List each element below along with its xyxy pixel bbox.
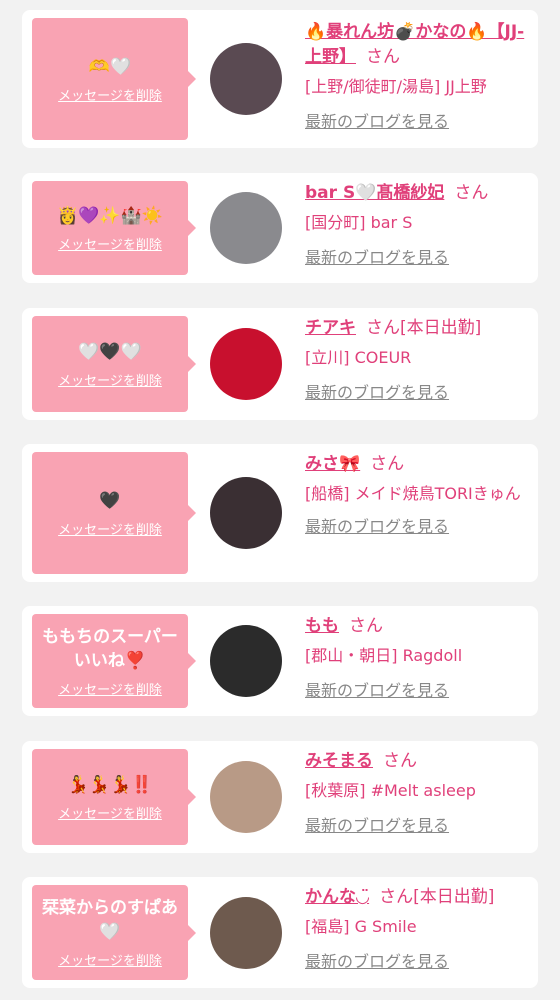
avatar[interactable] — [210, 625, 282, 697]
avatar[interactable] — [210, 43, 282, 115]
list-item: 🤍🖤🤍 メッセージを削除 チアキ さん[本日出勤] [立川] COEUR 最新のブ… — [22, 308, 538, 420]
list-item: 栞菜からのすぱあ🤍 メッセージを削除 かんな◡̈ さん[本日出勤] [福島] G … — [22, 877, 538, 988]
honorific: さん — [370, 454, 405, 474]
message-text: ももちのスーパーいいね❣️ — [42, 626, 178, 671]
cast-name-link[interactable]: みそまる — [305, 751, 373, 771]
message-text: 🫶🤍 — [88, 56, 132, 77]
shop-area: [立川] COEUR — [305, 348, 412, 367]
message-text: 💃💃💃‼️ — [67, 774, 153, 795]
latest-blog-link[interactable]: 最新のブログを見る — [305, 381, 533, 405]
cast-name-link[interactable]: みさ🎀 — [305, 454, 360, 474]
shop-area: [秋葉原] #Melt asleep — [305, 781, 476, 800]
delete-message-link[interactable]: メッセージを削除 — [58, 679, 162, 698]
list-item: 👸💜✨🏰☀️ メッセージを削除 bar S🤍髙橋紗妃 さん [国分町] bar S… — [22, 173, 538, 283]
message-text: 👸💜✨🏰☀️ — [57, 205, 163, 226]
delete-message-link[interactable]: メッセージを削除 — [58, 234, 162, 253]
shop-area: [上野/御徒町/湯島] JJ上野 — [305, 77, 487, 96]
avatar[interactable] — [210, 761, 282, 833]
delete-message-link[interactable]: メッセージを削除 — [58, 950, 162, 969]
latest-blog-link[interactable]: 最新のブログを見る — [305, 110, 533, 134]
avatar[interactable] — [210, 192, 282, 264]
honorific: さん — [379, 887, 414, 907]
list-item: 🫶🤍 メッセージを削除 🔥暴れん坊💣かなの🔥【JJ-上野】 さん [上野/御徒町/… — [22, 10, 538, 148]
message-text: 栞菜からのすぱあ🤍 — [42, 898, 178, 942]
cast-name-link[interactable]: bar S🤍髙橋紗妃 — [305, 183, 444, 203]
delete-message-link[interactable]: メッセージを削除 — [58, 370, 162, 389]
shop-area: [国分町] bar S — [305, 213, 413, 232]
delete-message-link[interactable]: メッセージを削除 — [58, 803, 162, 822]
status-text: [本日出勤] — [400, 318, 482, 338]
message-bubble: 👸💜✨🏰☀️ メッセージを削除 — [32, 181, 196, 275]
shop-area: [福島] G Smile — [305, 917, 417, 936]
message-text: 🖤 — [99, 490, 121, 511]
latest-blog-link[interactable]: 最新のブログを見る — [305, 515, 533, 539]
honorific: さん — [383, 751, 417, 771]
cast-name-link[interactable]: チアキ — [305, 318, 356, 338]
message-bubble: 🖤 メッセージを削除 — [32, 452, 196, 574]
cast-name-link[interactable]: かんな◡̈ — [305, 887, 369, 907]
honorific: さん — [349, 616, 383, 636]
message-bubble: 🤍🖤🤍 メッセージを削除 — [32, 316, 196, 412]
shop-area: [船橋] メイド焼鳥TORIきゅん — [305, 484, 521, 503]
shop-area: [郡山・朝日] Ragdoll — [305, 646, 463, 665]
honorific: さん — [366, 318, 400, 338]
list-item: 💃💃💃‼️ メッセージを削除 みそまる さん [秋葉原] #Melt asleep… — [22, 741, 538, 853]
message-bubble: 栞菜からのすぱあ🤍 メッセージを削除 — [32, 885, 196, 980]
cast-name-link[interactable]: もも — [305, 616, 339, 636]
message-bubble: 🫶🤍 メッセージを削除 — [32, 18, 196, 140]
avatar[interactable] — [210, 897, 282, 969]
latest-blog-link[interactable]: 最新のブログを見る — [305, 679, 533, 703]
message-list: 🫶🤍 メッセージを削除 🔥暴れん坊💣かなの🔥【JJ-上野】 さん [上野/御徒町/… — [0, 0, 560, 1000]
message-bubble: 💃💃💃‼️ メッセージを削除 — [32, 749, 196, 845]
message-bubble: ももちのスーパーいいね❣️ メッセージを削除 — [32, 614, 196, 708]
cast-name-link[interactable]: 🔥暴れん坊💣かなの🔥【JJ-上野】 — [305, 22, 524, 67]
list-item: ももちのスーパーいいね❣️ メッセージを削除 もも さん [郡山・朝日] Ragd… — [22, 606, 538, 716]
honorific: さん — [366, 47, 400, 67]
latest-blog-link[interactable]: 最新のブログを見る — [305, 246, 533, 270]
status-text: [本日出勤] — [413, 887, 495, 907]
delete-message-link[interactable]: メッセージを削除 — [58, 85, 162, 104]
latest-blog-link[interactable]: 最新のブログを見る — [305, 814, 533, 838]
delete-message-link[interactable]: メッセージを削除 — [58, 519, 162, 538]
message-text: 🤍🖤🤍 — [78, 341, 142, 362]
list-item: 🖤 メッセージを削除 みさ🎀 さん [船橋] メイド焼鳥TORIきゅん 最新のブロ… — [22, 444, 538, 582]
latest-blog-link[interactable]: 最新のブログを見る — [305, 950, 533, 974]
avatar[interactable] — [210, 477, 282, 549]
honorific: さん — [454, 183, 489, 203]
avatar[interactable] — [210, 328, 282, 400]
